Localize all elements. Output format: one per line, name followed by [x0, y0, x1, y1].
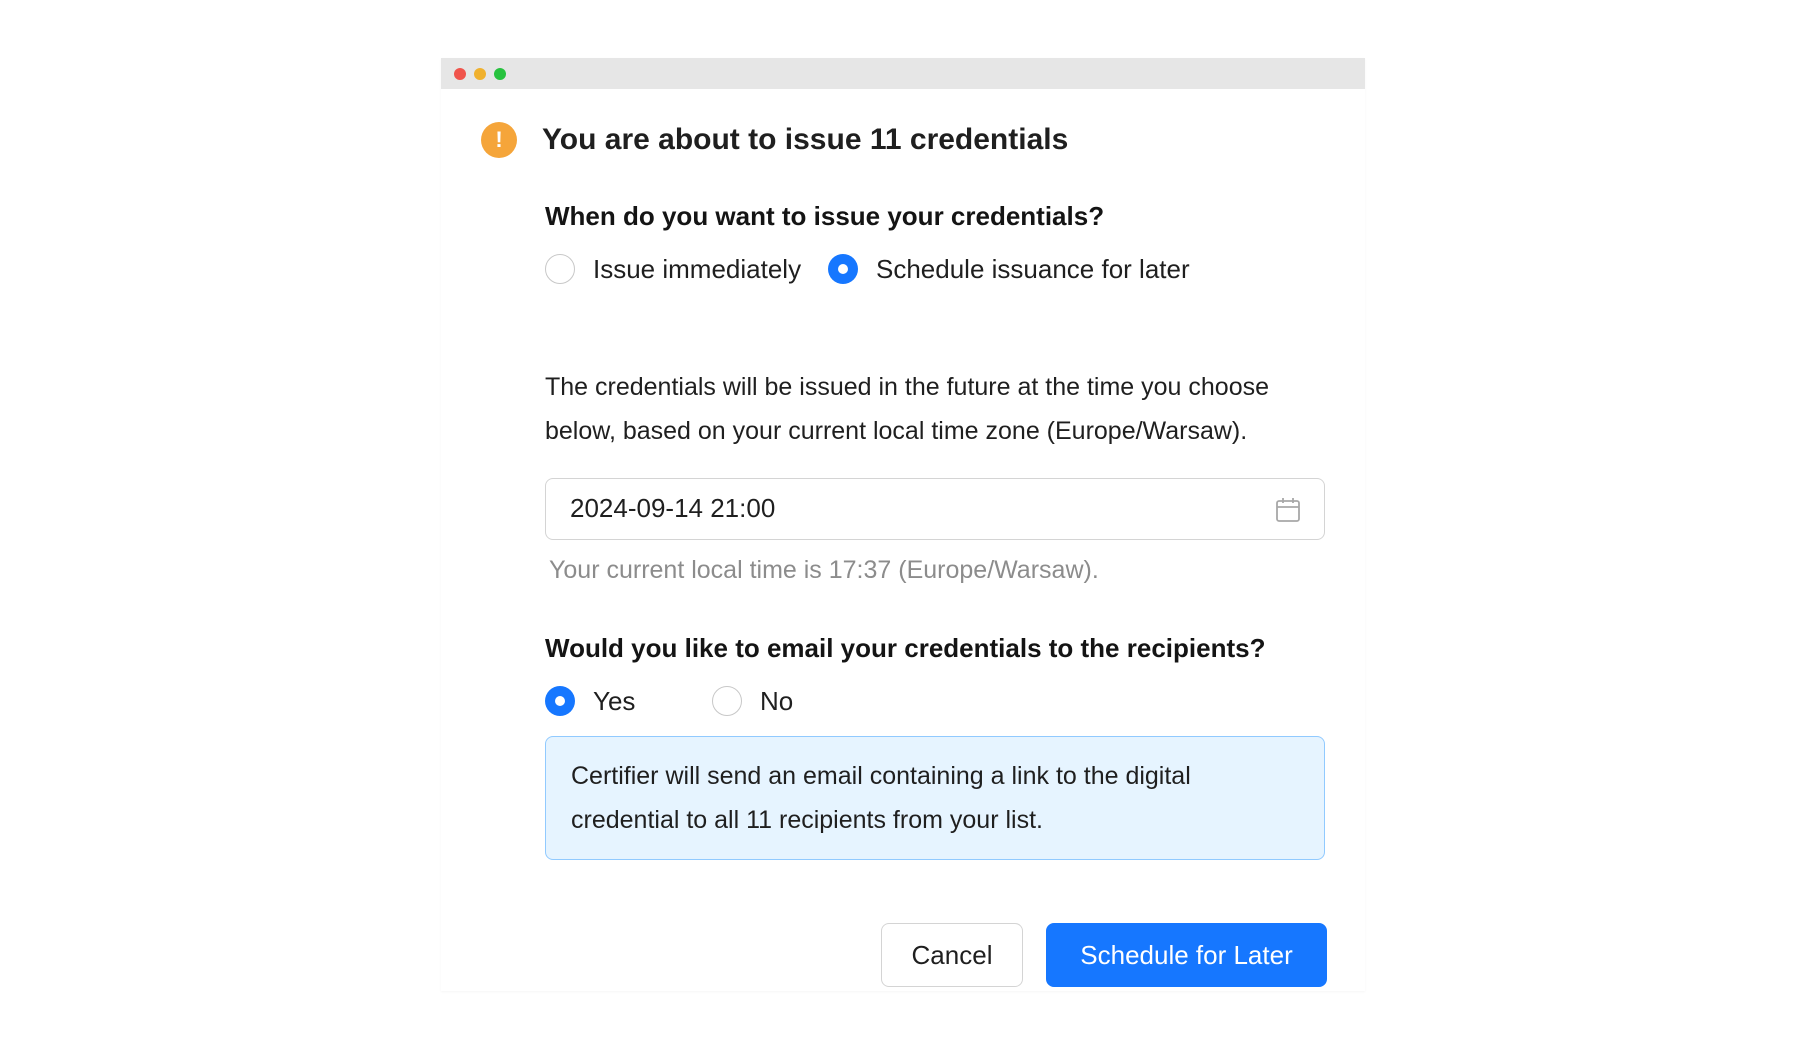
datetime-value[interactable]: 2024-09-14 21:00: [570, 479, 775, 538]
dialog-title: You are about to issue 11 credentials: [542, 123, 1069, 156]
local-time-hint: Your current local time is 17:37 (Europe…: [549, 556, 1099, 584]
radio-unchecked-icon[interactable]: [545, 254, 575, 284]
minimize-window-icon[interactable]: [474, 68, 486, 80]
maximize-window-icon[interactable]: [494, 68, 506, 80]
datetime-input[interactable]: 2024-09-14 21:00: [545, 478, 1325, 540]
schedule-description: The credentials will be issued in the fu…: [545, 373, 1270, 445]
email-yes-label[interactable]: Yes: [593, 684, 635, 718]
radio-checked-icon[interactable]: [545, 686, 575, 716]
calendar-icon[interactable]: [1274, 496, 1302, 524]
email-info-text: Certifier will send an email containing …: [571, 762, 1191, 834]
issuance-question: When do you want to issue your credentia…: [545, 201, 1105, 231]
dialog-window: ! You are about to issue 11 credentials …: [441, 58, 1365, 991]
email-question: Would you like to email your credentials…: [545, 633, 1266, 663]
warning-icon: !: [481, 122, 517, 158]
issue-immediately-label[interactable]: Issue immediately: [593, 252, 801, 286]
radio-checked-icon[interactable]: [828, 254, 858, 284]
email-no-label[interactable]: No: [760, 684, 793, 718]
dialog-content: ! You are about to issue 11 credentials …: [441, 89, 1365, 991]
schedule-later-label[interactable]: Schedule issuance for later: [876, 252, 1190, 286]
cancel-button[interactable]: Cancel: [881, 923, 1023, 987]
radio-unchecked-icon[interactable]: [712, 686, 742, 716]
email-info-box: Certifier will send an email containing …: [545, 736, 1325, 860]
schedule-for-later-button[interactable]: Schedule for Later: [1046, 923, 1327, 987]
close-window-icon[interactable]: [454, 68, 466, 80]
window-titlebar: [441, 58, 1365, 89]
